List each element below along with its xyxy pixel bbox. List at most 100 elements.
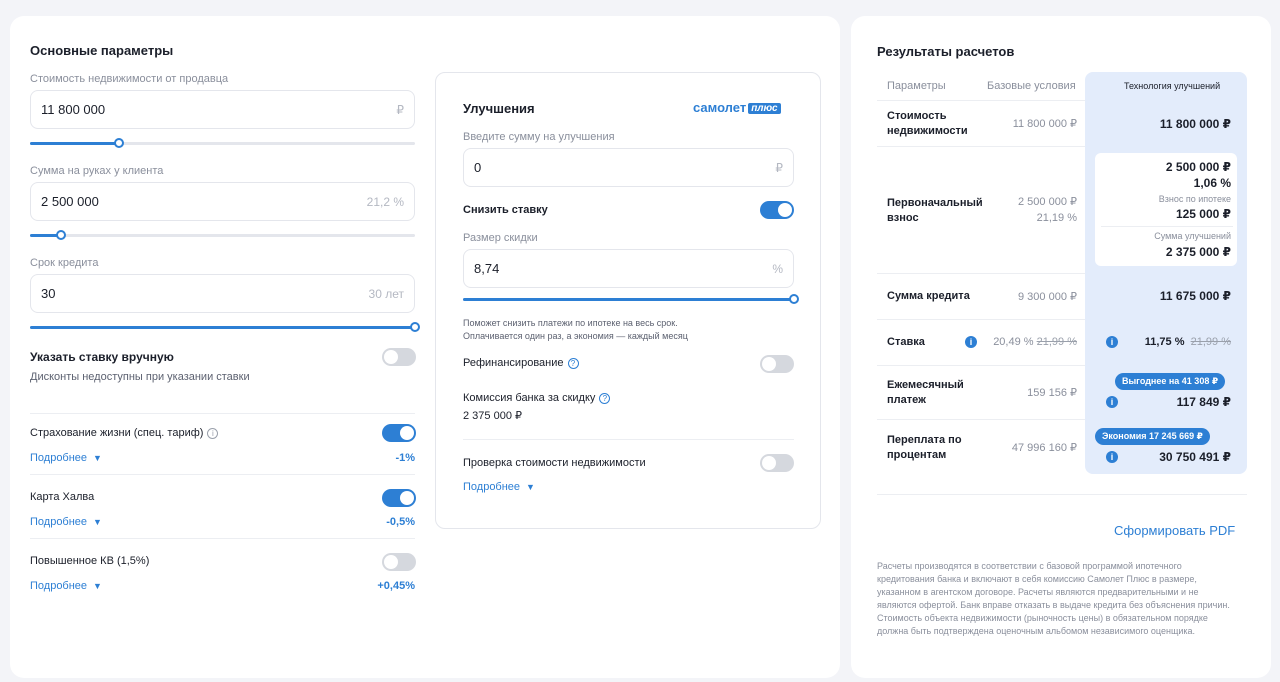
discount-size-input[interactable]: 8,74 %: [463, 249, 794, 288]
ruble-icon: ₽: [396, 103, 404, 117]
improvements-sum-value: 2 375 000 ₽: [1165, 245, 1231, 259]
price-slider-fill: [30, 142, 119, 145]
divider: [877, 273, 1085, 274]
divider: [877, 319, 1085, 320]
option-label-kv: Повышенное КВ (1,5%): [30, 555, 150, 567]
header-tech: Технология улучшений: [1124, 81, 1221, 91]
samolet-plus-logo: самолет плюс: [693, 100, 781, 115]
row-loan-label: Сумма кредита: [887, 290, 970, 302]
bank-commission-value: 2 375 000 ₽: [463, 410, 522, 422]
kv-details-link[interactable]: Подробнее ▼: [30, 580, 102, 592]
info-icon[interactable]: i: [965, 336, 977, 348]
row-down-tech-amount: 2 500 000 ₽: [1165, 160, 1231, 174]
monthly-benefit-badge: Выгоднее на 41 308 ₽: [1115, 373, 1226, 390]
lower-rate-toggle[interactable]: [760, 201, 794, 219]
row-monthly-base: 159 156 ₽: [1027, 387, 1077, 399]
row-down-label-2: взнос: [887, 212, 919, 224]
row-loan-base: 9 300 000 ₽: [1018, 291, 1077, 303]
term-slider-thumb[interactable]: [410, 322, 420, 332]
row-overpay-tech: 30 750 491 ₽: [1159, 450, 1231, 464]
mortgage-fee-value: 125 000 ₽: [1175, 207, 1231, 221]
divider: [1101, 226, 1233, 227]
info-icon[interactable]: i: [1106, 396, 1118, 408]
row-rate-label: Ставка: [887, 336, 925, 348]
tech-column-highlight: [1085, 72, 1247, 474]
refinancing-toggle[interactable]: [760, 355, 794, 373]
disclaimer-text: Расчеты производятся в соответствии с ба…: [877, 561, 1230, 636]
params-title: Основные параметры: [30, 43, 174, 58]
discount-hint-1: Поможет снизить платежи по ипотеке на ве…: [463, 318, 678, 328]
row-down-base-amount: 2 500 000 ₽: [1018, 196, 1077, 208]
lower-rate-label: Снизить ставку: [463, 204, 548, 216]
row-loan-tech: 11 675 000 ₽: [1159, 289, 1231, 303]
improvements-title: Улучшения: [463, 101, 535, 116]
divider: [877, 100, 1085, 101]
discount-slider-thumb[interactable]: [789, 294, 799, 304]
cash-input[interactable]: 2 500 000 21,2 %: [30, 182, 415, 221]
check-price-details-link[interactable]: Подробнее ▼: [463, 481, 535, 493]
price-slider[interactable]: [30, 138, 415, 148]
divider: [30, 474, 415, 475]
divider: [463, 439, 794, 440]
option-label-life-insurance: Страхование жизни (спец. тариф) i: [30, 427, 219, 439]
kv-toggle[interactable]: [382, 553, 416, 571]
chevron-down-icon: ▼: [93, 581, 102, 591]
cash-value: 2 500 000: [41, 194, 99, 209]
info-icon[interactable]: i: [1106, 451, 1118, 463]
term-slider-fill: [30, 326, 415, 329]
chevron-down-icon: ▼: [526, 482, 535, 492]
row-down-tech-percent: 1,06 %: [1193, 176, 1231, 190]
manual-rate-label: Указать ставку вручную: [30, 350, 174, 364]
header-params: Параметры: [887, 80, 946, 92]
discount-slider[interactable]: [463, 294, 799, 304]
row-rate-base: 20,49 % 21,99 %: [993, 336, 1077, 348]
check-price-toggle[interactable]: [760, 454, 794, 472]
divider: [877, 365, 1085, 366]
row-monthly-label-1: Ежемесячный: [887, 379, 964, 391]
price-input[interactable]: 11 800 000 ₽: [30, 90, 415, 129]
improvement-amount-input[interactable]: 0 ₽: [463, 148, 794, 187]
row-monthly-tech: 117 849 ₽: [1176, 395, 1231, 409]
row-price-label-2: недвижимости: [887, 125, 968, 137]
info-icon[interactable]: i: [207, 427, 219, 439]
halva-discount: -0,5%: [386, 516, 415, 528]
ruble-icon: ₽: [775, 161, 783, 175]
discount-hint-2: Оплачивается один раз, а экономия — кажд…: [463, 331, 688, 341]
cash-slider-thumb[interactable]: [55, 230, 66, 240]
halva-toggle[interactable]: [382, 489, 416, 507]
percent-suffix: %: [772, 262, 783, 276]
halva-details-link[interactable]: Подробнее ▼: [30, 516, 102, 528]
kv-discount: +0,45%: [377, 580, 415, 592]
cash-slider[interactable]: [30, 230, 415, 240]
price-slider-thumb[interactable]: [113, 138, 124, 148]
row-price-base: 11 800 000 ₽: [1012, 118, 1077, 130]
row-rate-tech: 11,75 % 21,99 %: [1144, 336, 1231, 348]
option-label-halva: Карта Халва: [30, 491, 95, 503]
improvements-sum-label: Сумма улучшений: [1154, 231, 1231, 241]
question-icon[interactable]: ?: [599, 392, 611, 404]
price-label: Стоимость недвижимости от продавца: [30, 73, 229, 85]
generate-pdf-button[interactable]: Сформировать PDF: [1114, 523, 1235, 538]
divider: [877, 419, 1085, 420]
info-icon[interactable]: i: [1106, 336, 1118, 348]
term-suffix: 30 лет: [368, 287, 404, 301]
term-input[interactable]: 30 30 лет: [30, 274, 415, 313]
header-base: Базовые условия: [987, 80, 1076, 92]
divider: [877, 494, 1247, 495]
life-insurance-toggle[interactable]: [382, 424, 416, 442]
mortgage-fee-label: Взнос по ипотеке: [1158, 194, 1231, 204]
discount-size-label: Размер скидки: [463, 232, 538, 244]
row-rate-base-old: 21,99 %: [1036, 336, 1077, 348]
question-icon[interactable]: ?: [567, 357, 579, 369]
cash-label: Сумма на руках у клиента: [30, 165, 164, 177]
manual-rate-toggle[interactable]: [382, 348, 416, 366]
cash-percent: 21,2 %: [366, 195, 404, 209]
row-overpay-label-2: процентам: [887, 449, 947, 461]
term-label: Срок кредита: [30, 257, 99, 269]
term-slider[interactable]: [30, 322, 420, 332]
life-insurance-details-link[interactable]: Подробнее ▼: [30, 452, 102, 464]
bank-commission-label: Комиссия банка за скидку?: [463, 392, 611, 404]
price-value: 11 800 000: [41, 102, 106, 117]
divider: [30, 413, 415, 414]
row-overpay-label-1: Переплата по: [887, 434, 962, 446]
